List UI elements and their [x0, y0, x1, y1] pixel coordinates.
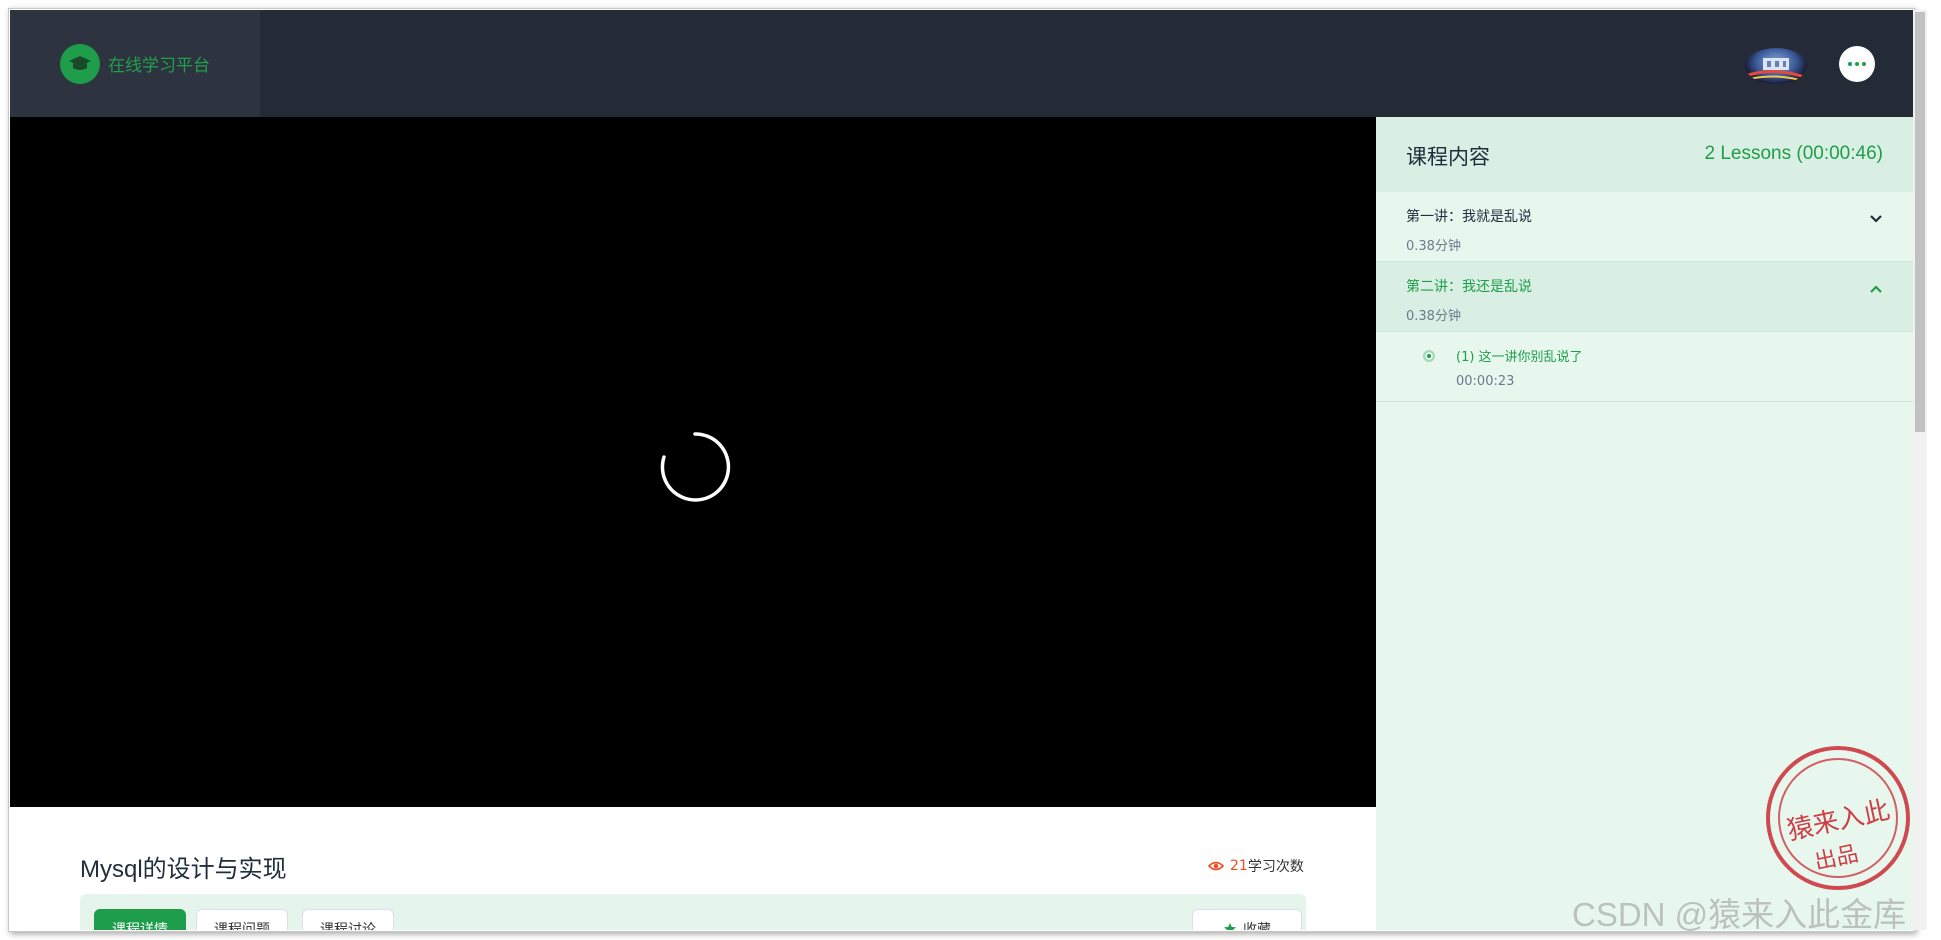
csdn-watermark: CSDN @猿来入此金库 — [1572, 896, 1907, 933]
views-count: 21 — [1230, 858, 1248, 874]
tab-label: 课程详情 — [112, 922, 168, 930]
section-duration: 0.38分钟 — [1406, 239, 1461, 254]
graduation-cap-icon — [60, 43, 100, 84]
video-player[interactable] — [10, 117, 1376, 807]
eye-icon — [1208, 861, 1224, 871]
lesson-time: 00:00:23 — [1456, 374, 1515, 389]
lesson-name: (1) 这一讲你别乱说了 — [1456, 350, 1583, 365]
lesson-item[interactable]: (1) 这一讲你别乱说了 00:00:23 — [1376, 332, 1913, 402]
tab-label: 课程问题 — [214, 922, 270, 930]
course-info-panel: Mysql的设计与实现 21 学习次数 课程详情 课程问题 课程讨论 收藏 — [10, 807, 1376, 930]
more-dots-icon[interactable] — [1839, 46, 1875, 82]
course-tabs: 课程详情 课程问题 课程讨论 收藏 — [80, 894, 1306, 930]
favorite-button[interactable]: 收藏 — [1192, 909, 1302, 930]
views-label: 学习次数 — [1247, 859, 1304, 875]
chevron-down-icon — [1870, 215, 1882, 223]
top-navbar: 在线学习平台 — [10, 10, 1913, 117]
scrollbar-thumb[interactable] — [1915, 12, 1925, 432]
course-title: Mysql的设计与实现 — [80, 856, 287, 883]
views-counter: 21 学习次数 — [1208, 856, 1304, 876]
section-item-2[interactable]: 第二讲：我还是乱说 0.38分钟 — [1376, 262, 1913, 332]
lessons-summary: 2 Lessons (00:00:46) — [1704, 143, 1883, 164]
section-item-1[interactable]: 第一讲：我就是乱说 0.38分钟 — [1376, 192, 1913, 262]
app-window: 在线学习平台 Mysql的设计与实现 21 学习次数 课程详情 课程问题 课程讨… — [10, 10, 1913, 930]
radio-dot-icon — [1423, 350, 1435, 362]
favorite-label: 收藏 — [1243, 922, 1271, 930]
logo[interactable]: 在线学习平台 — [10, 10, 260, 117]
tab-details[interactable]: 课程详情 — [94, 909, 186, 930]
tab-label: 课程讨论 — [320, 922, 376, 930]
loading-spinner-icon — [660, 432, 731, 502]
watermark-stamp: 猿来入此 出品 — [1766, 746, 1910, 890]
logo-text: 在线学习平台 — [108, 56, 210, 76]
tab-discussion[interactable]: 课程讨论 — [302, 909, 394, 930]
chevron-up-icon — [1870, 285, 1882, 293]
avatar[interactable] — [1745, 48, 1807, 84]
sidebar-header: 课程内容 2 Lessons (00:00:46) — [1376, 117, 1913, 192]
section-name: 第一讲：我就是乱说 — [1406, 209, 1532, 225]
section-duration: 0.38分钟 — [1406, 309, 1461, 324]
section-name: 第二讲：我还是乱说 — [1406, 279, 1532, 295]
tab-questions[interactable]: 课程问题 — [196, 909, 288, 930]
star-icon — [1224, 923, 1236, 930]
sidebar-title: 课程内容 — [1406, 145, 1490, 169]
